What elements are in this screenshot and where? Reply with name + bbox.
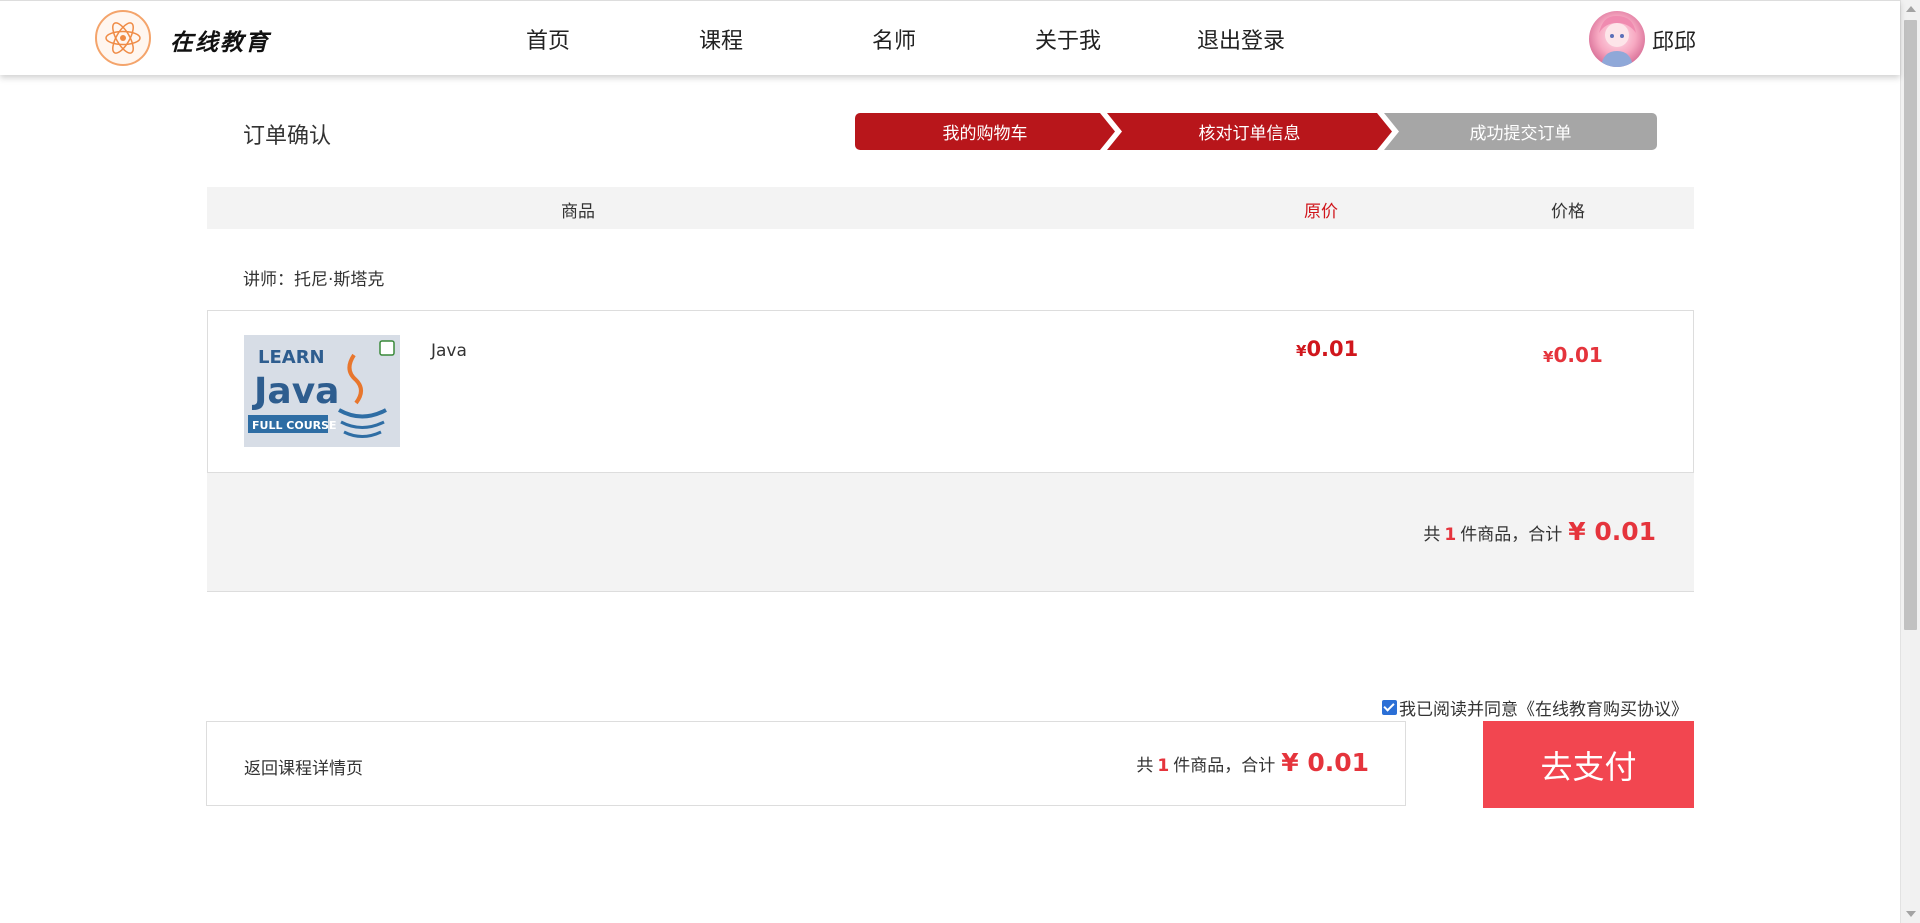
agreement-checkbox[interactable] [1382,700,1397,715]
checkout-prefix: 共 [1136,756,1154,776]
checkout-bar: 返回课程详情页 共 1 件商品，合计 ¥ 0.01 [206,721,1406,806]
course-thumbnail[interactable]: LEARN Java FULL COURSE [244,335,400,447]
scrollbar-thumb[interactable] [1904,20,1917,630]
checkout-total: 共 1 件商品，合计 ¥ 0.01 [1136,748,1369,777]
order-steps: 我的购物车 核对订单信息 成功提交订单 [855,113,1657,150]
nav-logout[interactable]: 退出登录 [1197,23,1285,55]
nav-teachers[interactable]: 名师 [872,23,916,55]
page-title: 订单确认 [243,124,332,149]
order-summary: 共 1 件商品，合计 ¥ 0.01 [207,473,1694,592]
col-product: 商品 [561,202,595,222]
col-price: 价格 [1551,202,1585,222]
original-price-value: 0.01 [1306,337,1359,361]
list-item: LEARN Java FULL COURSE Java ¥0.01 ¥0.01 [207,310,1694,473]
scroll-up-icon[interactable] [1906,6,1916,12]
vertical-scrollbar[interactable] [1900,0,1920,923]
col-original-price: 原价 [1304,202,1338,222]
thumb-text-java: Java [251,371,339,412]
user-avatar[interactable] [1589,11,1645,67]
atom-logo-icon[interactable] [95,10,151,66]
step-verify-order: 核对订单信息 [1107,113,1392,150]
pay-button[interactable]: 去支付 [1483,721,1694,808]
checkout-middle: 件商品，合计 [1173,756,1276,776]
currency-symbol: ¥ [1296,342,1307,360]
summary-total: 共 1 件商品，合计 ¥ 0.01 [1423,517,1656,546]
currency-symbol: ¥ [1543,348,1554,366]
scroll-down-icon[interactable] [1906,911,1916,917]
summary-prefix: 共 [1423,525,1441,545]
checkout-total-value: ¥ 0.01 [1281,748,1369,777]
agreement-text[interactable]: 我已阅读并同意《在线教育购买协议》 [1399,695,1688,720]
teacher-label: 讲师：托尼·斯塔克 [243,270,385,290]
nav-about[interactable]: 关于我 [1035,23,1101,55]
step-cart: 我的购物车 [855,113,1115,150]
nav-home[interactable]: 首页 [526,23,570,55]
summary-count: 1 [1444,525,1457,545]
user-name[interactable]: 邱邱 [1652,24,1696,56]
item-price-value: 0.01 [1553,343,1603,367]
original-price: ¥0.01 [1296,337,1358,361]
agreement[interactable]: 我已阅读并同意《在线教育购买协议》 [1382,695,1688,720]
back-to-course-link[interactable]: 返回课程详情页 [244,754,363,779]
top-header: 在线教育 首页 课程 名师 关于我 退出登录 邱邱 [0,0,1900,75]
nav-courses[interactable]: 课程 [699,23,743,55]
thumb-text-full-course: FULL COURSE [252,419,337,432]
step-submit-success: 成功提交订单 [1384,113,1657,150]
summary-middle: 件商品，合计 [1460,525,1563,545]
item-price: ¥0.01 [1543,343,1603,367]
thumb-text-learn: LEARN [258,347,325,368]
table-header: 商品 原价 价格 [207,187,1694,229]
order-confirm-page: 在线教育 首页 课程 名师 关于我 退出登录 邱邱 订单确认 我的购物车 核对订… [0,0,1920,923]
checkout-count: 1 [1157,756,1170,776]
summary-total-value: ¥ 0.01 [1568,517,1656,546]
course-name[interactable]: Java [431,341,467,361]
site-name[interactable]: 在线教育 [170,23,270,57]
